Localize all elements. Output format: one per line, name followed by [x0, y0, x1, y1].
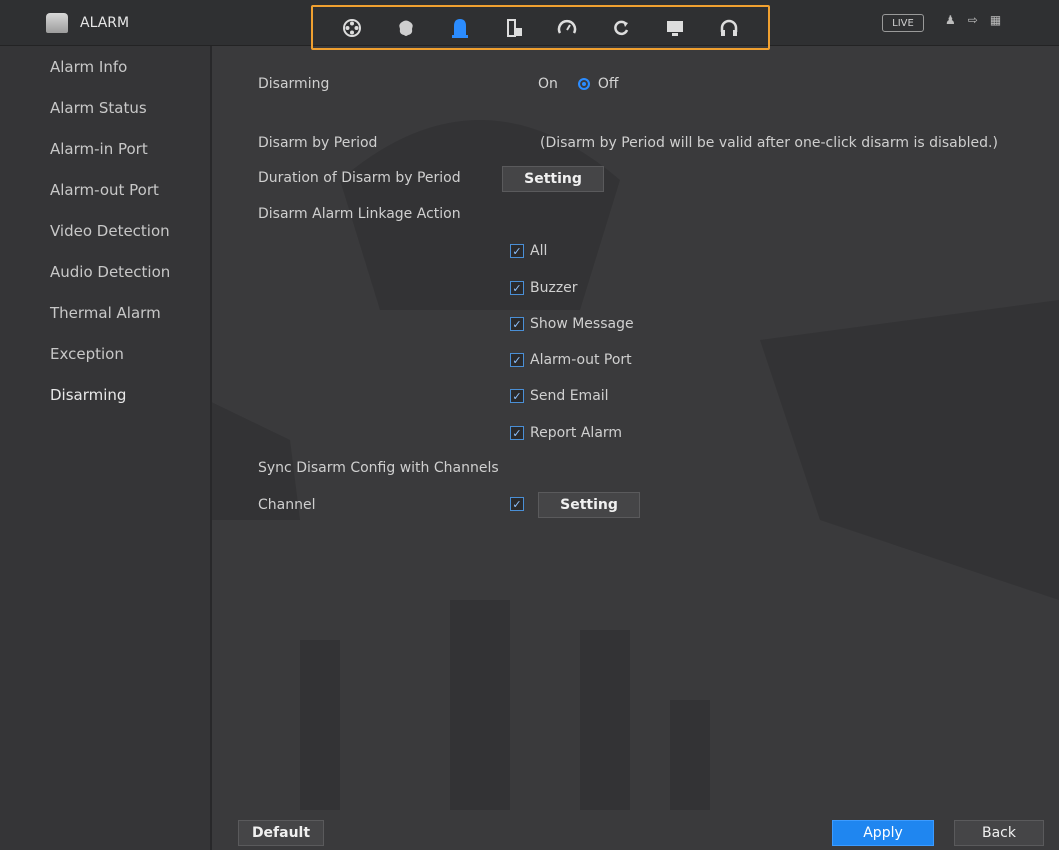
disarming-label: Disarming [258, 76, 330, 92]
all-checkbox[interactable]: ✓ [510, 244, 524, 258]
sidebar-item-alarm-in-port[interactable]: Alarm-in Port [0, 128, 210, 169]
module-bar [311, 5, 770, 50]
show-message-checkbox[interactable]: ✓ [510, 317, 524, 331]
off-radio-label[interactable]: Off [598, 76, 619, 92]
sidebar-item-alarm-status[interactable]: Alarm Status [0, 87, 210, 128]
report-alarm-checkbox[interactable]: ✓ [510, 426, 524, 440]
headset-icon[interactable] [715, 14, 743, 42]
channel-setting-button[interactable]: Setting [538, 492, 640, 518]
linkage-option-buzzer[interactable]: ✓ Buzzer [510, 280, 578, 296]
monitor-icon[interactable] [661, 14, 689, 42]
linkage-option-report-alarm[interactable]: ✓ Report Alarm [510, 425, 622, 441]
app-title: ALARM [46, 10, 129, 36]
on-radio-label[interactable]: On [538, 76, 558, 92]
send-email-checkbox[interactable]: ✓ [510, 389, 524, 403]
top-right-icons: ♟ ⇨ ▦ [945, 13, 1001, 27]
app-title-label: ALARM [80, 15, 130, 31]
channel-checkbox[interactable]: ✓ [510, 497, 524, 511]
sidebar-item-audio-detection[interactable]: Audio Detection [0, 251, 210, 292]
sidebar-item-alarm-info[interactable]: Alarm Info [0, 46, 210, 87]
disarm-by-period-note: (Disarm by Period will be valid after on… [540, 135, 998, 151]
brain-icon[interactable] [392, 14, 420, 42]
sidebar: Alarm Info Alarm Status Alarm-in Port Al… [0, 46, 212, 850]
linkage-option-send-email[interactable]: ✓ Send Email [510, 388, 609, 404]
logout-icon[interactable]: ⇨ [968, 13, 978, 27]
sidebar-item-disarming[interactable]: Disarming [0, 374, 210, 415]
alarm-bell-icon [46, 13, 68, 33]
grid-icon[interactable]: ▦ [990, 13, 1001, 27]
back-button[interactable]: Back [954, 820, 1044, 846]
top-bar: ALARM LIVE ♟ ⇨ ▦ [0, 0, 1059, 50]
main-content: Disarming On Off Disarm by Period (Disar… [214, 46, 1059, 806]
sidebar-item-video-detection[interactable]: Video Detection [0, 210, 210, 251]
duration-setting-button[interactable]: Setting [502, 166, 604, 192]
live-button[interactable]: LIVE [882, 14, 924, 32]
alarm-bell-icon[interactable] [446, 14, 474, 42]
sidebar-item-exception[interactable]: Exception [0, 333, 210, 374]
alarm-out-port-checkbox[interactable]: ✓ [510, 353, 524, 367]
storage-icon[interactable] [500, 14, 528, 42]
film-reel-icon[interactable] [338, 14, 366, 42]
apply-button[interactable]: Apply [832, 820, 934, 846]
off-radio-button[interactable] [577, 78, 590, 90]
linkage-option-show-message[interactable]: ✓ Show Message [510, 316, 634, 332]
linkage-option-alarm-out-port[interactable]: ✓ Alarm-out Port [510, 352, 632, 368]
disarming-radio-group: On Off [538, 76, 619, 92]
buzzer-checkbox[interactable]: ✓ [510, 281, 524, 295]
refresh-icon[interactable] [607, 14, 635, 42]
linkage-label: Disarm Alarm Linkage Action [258, 206, 461, 222]
bottom-bar: Default Apply Back [214, 806, 1059, 850]
user-icon[interactable]: ♟ [945, 13, 956, 27]
gauge-icon[interactable] [553, 14, 581, 42]
disarm-by-period-label: Disarm by Period [258, 135, 378, 151]
default-button[interactable]: Default [238, 820, 324, 846]
sidebar-item-thermal-alarm[interactable]: Thermal Alarm [0, 292, 210, 333]
duration-label: Duration of Disarm by Period [258, 170, 461, 186]
channel-checkbox-row[interactable]: ✓ [510, 497, 524, 511]
sidebar-item-alarm-out-port[interactable]: Alarm-out Port [0, 169, 210, 210]
sync-label: Sync Disarm Config with Channels [258, 460, 499, 476]
linkage-option-all[interactable]: ✓ All [510, 243, 547, 259]
channel-label: Channel [258, 497, 316, 513]
